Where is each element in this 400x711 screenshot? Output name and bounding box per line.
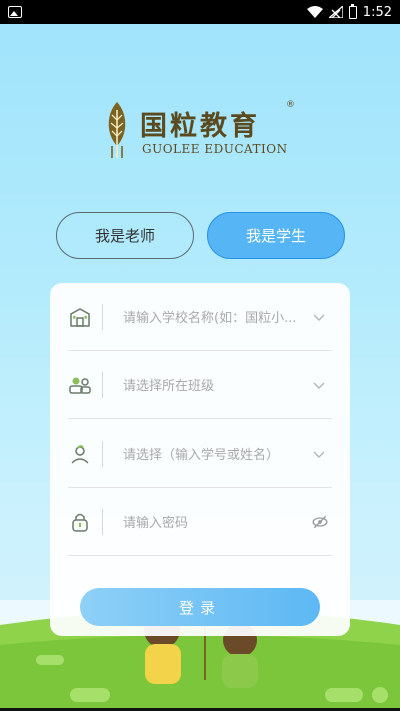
student-user-icon bbox=[71, 444, 89, 464]
leaf-logo-icon bbox=[108, 102, 126, 158]
brand-name-english: GUOLEE EDUCATION bbox=[142, 142, 288, 156]
eye-off-icon[interactable] bbox=[312, 514, 328, 530]
signal-icon bbox=[328, 6, 343, 18]
divider bbox=[102, 303, 103, 330]
school-select-field[interactable]: 请输入学校名称(如：国粒小... bbox=[68, 283, 332, 351]
password-placeholder: 请输入密码 bbox=[123, 516, 189, 531]
password-field[interactable]: 请输入密码 bbox=[68, 488, 332, 556]
divider bbox=[102, 371, 103, 398]
divider bbox=[102, 440, 103, 467]
brand-logo: 国粒教育 ® GUOLEE EDUCATION bbox=[100, 98, 300, 162]
status-bar: 1:52 bbox=[0, 0, 400, 24]
school-placeholder: 请输入学校名称(如：国粒小... bbox=[123, 311, 297, 326]
lock-icon bbox=[72, 513, 88, 532]
divider bbox=[102, 508, 103, 535]
school-building-icon bbox=[70, 307, 90, 327]
class-select-field[interactable]: 请选择所在班级 bbox=[68, 351, 332, 419]
chevron-down-icon bbox=[313, 451, 325, 458]
registered-mark: ® bbox=[286, 100, 295, 110]
wifi-icon bbox=[306, 6, 323, 18]
chevron-down-icon bbox=[313, 382, 325, 389]
login-form-card: 请输入学校名称(如：国粒小... 请选择所在班级 请选择（输入学号或姓名） 请输… bbox=[50, 283, 350, 636]
brand-name-chinese: 国粒教育 bbox=[140, 111, 260, 142]
class-group-icon bbox=[69, 377, 91, 394]
student-select-field[interactable]: 请选择（输入学号或姓名） bbox=[68, 420, 332, 488]
battery-icon bbox=[348, 3, 357, 19]
student-role-button[interactable]: 我是学生 bbox=[207, 212, 345, 259]
chevron-down-icon bbox=[313, 314, 325, 321]
teacher-role-button[interactable]: 我是老师 bbox=[56, 212, 194, 259]
student-placeholder: 请选择（输入学号或姓名） bbox=[123, 448, 280, 463]
status-time: 1:52 bbox=[362, 4, 392, 20]
image-icon bbox=[8, 6, 22, 18]
class-placeholder: 请选择所在班级 bbox=[123, 379, 215, 394]
login-button[interactable]: 登录 bbox=[80, 588, 320, 626]
